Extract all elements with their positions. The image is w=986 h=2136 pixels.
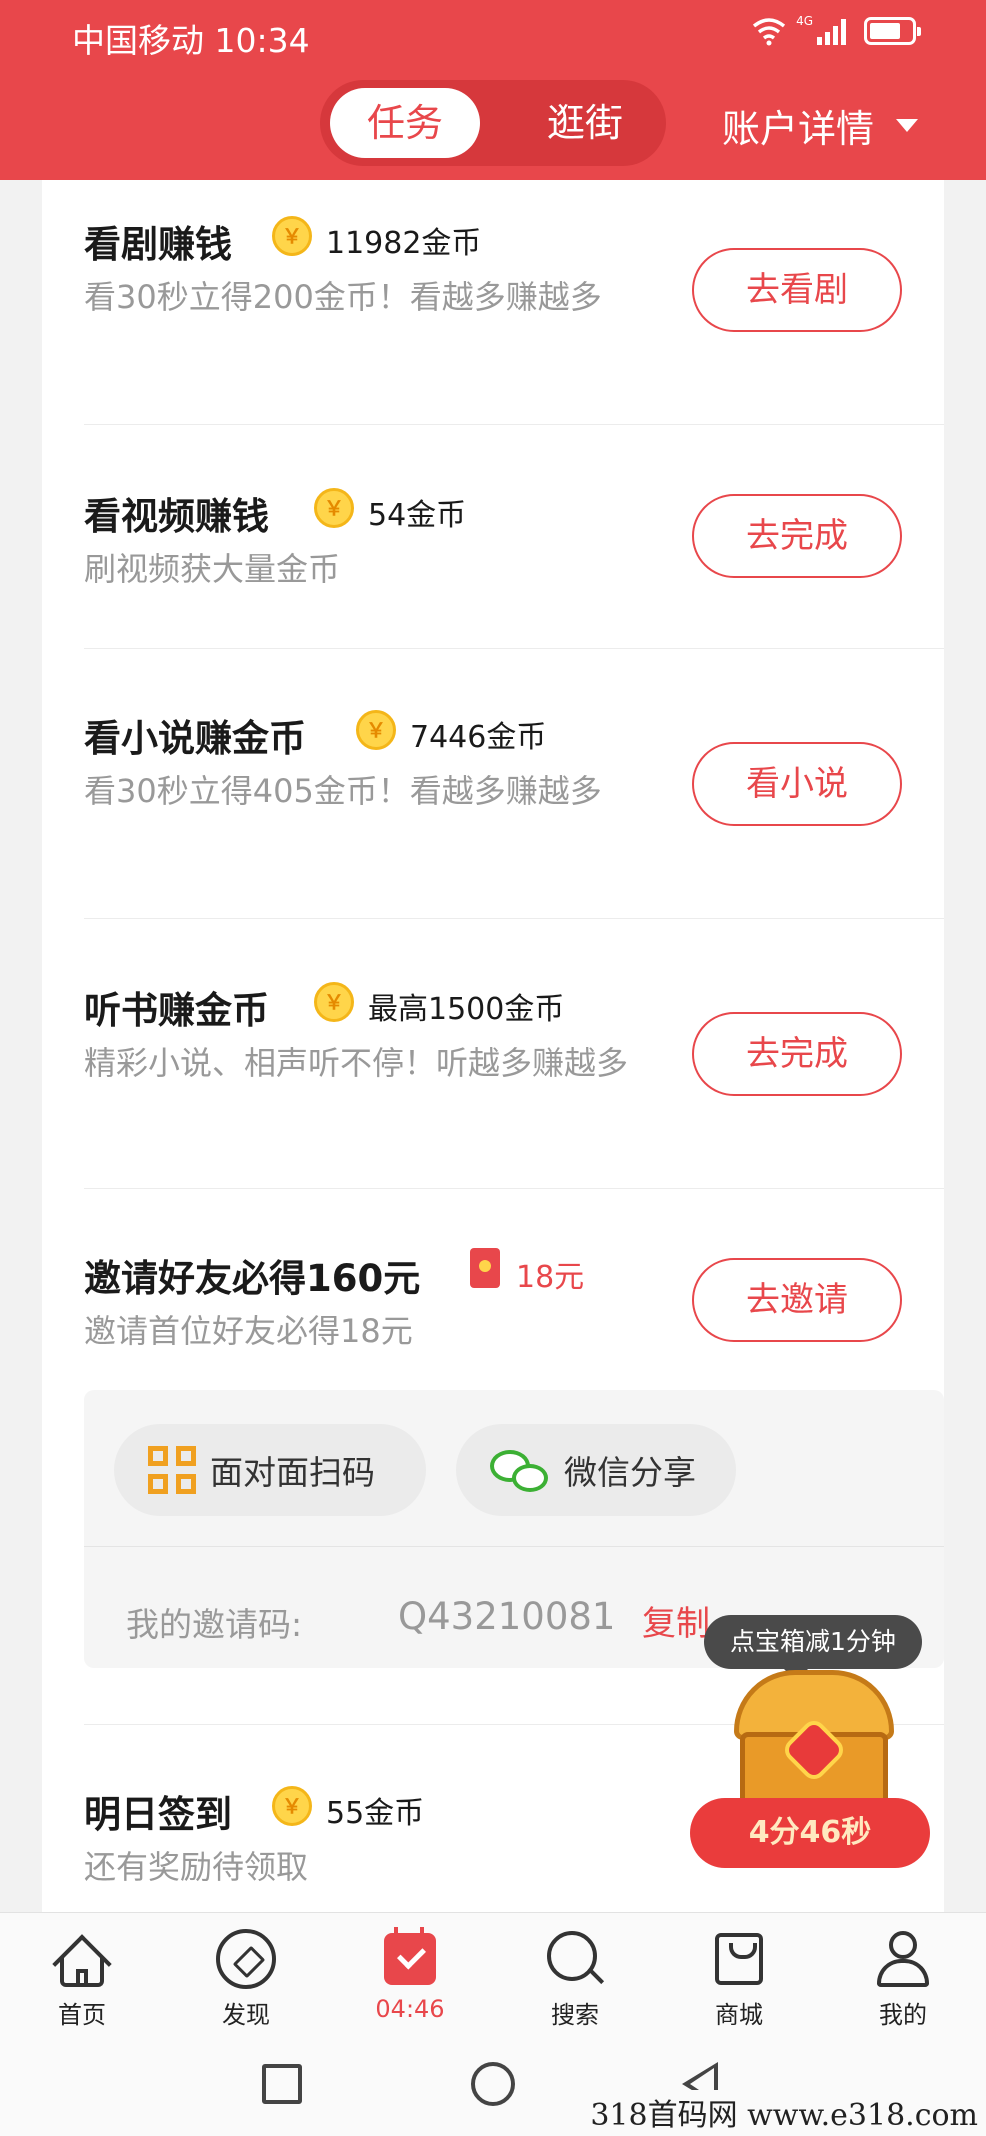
nav-mine[interactable]: 我的: [848, 1929, 958, 2030]
nav-label: 我的: [879, 2001, 927, 2029]
nav-search[interactable]: 搜索: [520, 1929, 630, 2030]
invite-button[interactable]: 去邀请: [692, 1258, 902, 1342]
task-reward: 最高1500金币: [368, 992, 565, 1027]
wechat-share-button[interactable]: 微信分享: [456, 1424, 736, 1516]
copy-invite-code-link[interactable]: 复制: [642, 1596, 710, 1645]
task-reward: 55金币: [326, 1796, 425, 1831]
task-reward: 7446金币: [410, 720, 547, 755]
complete-video-task-button[interactable]: 去完成: [692, 494, 902, 578]
treasure-tip: 点宝箱减1分钟: [704, 1615, 922, 1681]
divider: [84, 424, 944, 425]
signal-icon: [817, 17, 846, 45]
coin-icon: ￥: [314, 982, 354, 1022]
wechat-label: 微信分享: [564, 1453, 696, 1492]
task-reward: 18元: [516, 1260, 585, 1295]
caret-down-icon: [896, 119, 919, 132]
nav-label: 搜索: [551, 2001, 599, 2029]
nav-label: 发现: [222, 2001, 270, 2029]
nav-home[interactable]: 首页: [27, 1929, 137, 2030]
task-reward: 11982金币: [326, 226, 482, 261]
divider: [84, 648, 944, 649]
task-title: 看剧赚钱: [84, 223, 232, 266]
bottom-nav: 首页 发现 04:46 搜索 商城 我的: [0, 1912, 986, 2036]
nav-checkin[interactable]: 04:46: [355, 1927, 465, 2023]
status-icons: 4G: [752, 14, 921, 46]
shopping-bag-icon: [709, 1929, 769, 1989]
qr-label: 面对面扫码: [210, 1453, 375, 1492]
task-description: 精彩小说、相声听不停！听越多赚越多: [84, 1044, 629, 1082]
wifi-icon: [752, 18, 786, 46]
task-description: 看30秒立得405金币！看越多赚越多: [84, 772, 602, 810]
nav-label: 商城: [715, 2001, 763, 2029]
go-watch-drama-button[interactable]: 去看剧: [692, 248, 902, 332]
recent-apps-icon[interactable]: [262, 2064, 302, 2104]
calendar-check-icon: [380, 1927, 440, 1989]
task-description: 还有奖励待领取: [84, 1848, 309, 1886]
qr-code-icon: [148, 1446, 196, 1494]
task-title: 看小说赚金币: [84, 717, 306, 760]
coin-icon: ￥: [272, 1786, 312, 1826]
nav-mall[interactable]: 商城: [684, 1929, 794, 2030]
task-title: 听书赚金币: [84, 989, 269, 1032]
search-icon: [545, 1929, 605, 1989]
divider: [84, 1188, 944, 1189]
invite-code-value: Q43210081: [398, 1595, 616, 1638]
home-icon: [52, 1929, 112, 1994]
user-icon: [873, 1929, 933, 1989]
divider: [84, 1546, 944, 1547]
nav-label: 首页: [58, 2001, 106, 2029]
status-bar: 中国移动 10:34 4G: [0, 0, 986, 70]
task-description: 看30秒立得200金币！看越多赚越多: [84, 278, 602, 316]
invite-code-label: 我的邀请码:: [126, 1605, 303, 1644]
task-description: 刷视频获大量金币: [84, 550, 341, 588]
task-title: 看视频赚钱: [84, 495, 269, 538]
system-nav-bar: 318首码网 www.e318.com: [0, 2036, 986, 2136]
top-tab-switch: 任务 逛街: [320, 80, 666, 166]
nav-discover[interactable]: 发现: [191, 1929, 301, 2030]
account-details-label: 账户详情: [722, 107, 875, 151]
tab-shopping[interactable]: 逛街: [510, 88, 660, 158]
carrier-time: 中国移动 10:34: [72, 21, 310, 60]
battery-icon: [864, 17, 921, 45]
watermark: 318首码网 www.e318.com: [590, 2090, 978, 2134]
treasure-timer[interactable]: 4分46秒: [690, 1798, 930, 1868]
read-novel-button[interactable]: 看小说: [692, 742, 902, 826]
app-header: 中国移动 10:34 4G 任务 逛街 账户详情: [0, 0, 986, 180]
nav-label: 04:46: [375, 1995, 445, 2023]
task-title: 邀请好友必得160元: [84, 1257, 421, 1300]
coin-icon: ￥: [356, 710, 396, 750]
account-details-dropdown[interactable]: 账户详情: [722, 98, 919, 153]
wechat-icon: [490, 1446, 552, 1494]
task-reward: 54金币: [368, 498, 467, 533]
face-to-face-qr-button[interactable]: 面对面扫码: [114, 1424, 426, 1516]
compass-icon: [216, 1929, 276, 1989]
treasure-chest-icon[interactable]: [734, 1670, 894, 1810]
task-description: 邀请首位好友必得18元: [84, 1312, 413, 1350]
home-button-icon[interactable]: [471, 2062, 515, 2106]
red-packet-icon: [470, 1248, 500, 1288]
task-title: 明日签到: [84, 1793, 232, 1836]
divider: [84, 918, 944, 919]
complete-audiobook-task-button[interactable]: 去完成: [692, 1012, 902, 1096]
tab-tasks[interactable]: 任务: [330, 88, 480, 158]
coin-icon: ￥: [314, 488, 354, 528]
coin-icon: ￥: [272, 216, 312, 256]
network-type: 4G: [796, 14, 813, 28]
